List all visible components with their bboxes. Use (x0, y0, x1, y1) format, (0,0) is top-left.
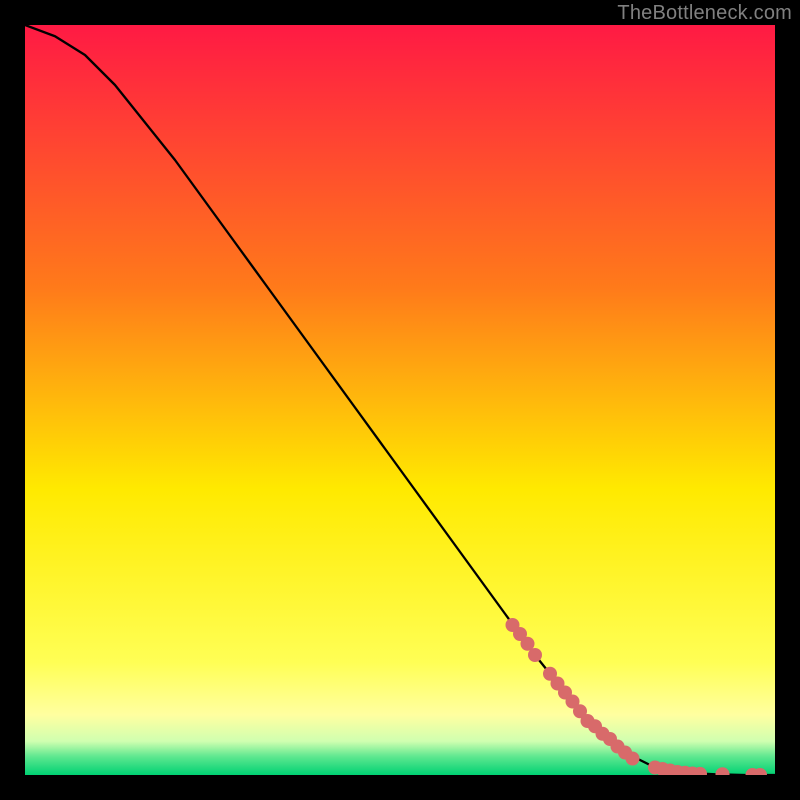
data-marker (528, 648, 542, 662)
data-marker (626, 752, 640, 766)
plot-background (25, 25, 775, 775)
attribution-label: TheBottleneck.com (617, 2, 792, 25)
chart-frame: TheBottleneck.com (0, 0, 800, 800)
plot-area (25, 25, 775, 775)
chart-svg (25, 25, 775, 775)
